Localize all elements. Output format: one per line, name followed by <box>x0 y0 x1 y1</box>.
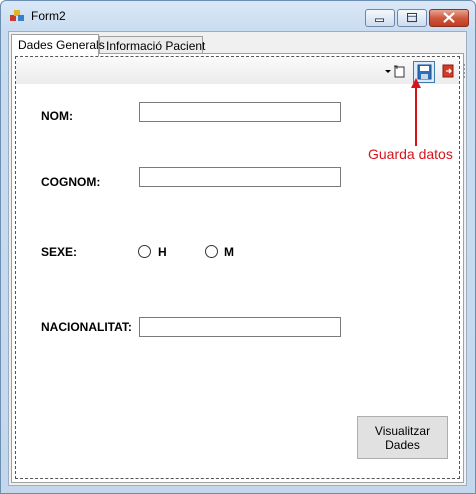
visualitzar-dades-button[interactable]: Visualitzar Dades <box>357 416 448 459</box>
cognom-label: COGNOM: <box>41 175 101 189</box>
title-bar[interactable]: Form2 <box>1 1 475 31</box>
window-title: Form2 <box>31 9 66 23</box>
toolbar <box>16 57 465 84</box>
annotation-text: Guarda datos <box>368 146 453 162</box>
close-button[interactable] <box>429 9 469 27</box>
close-icon <box>443 12 455 23</box>
tab-dades-generals[interactable]: Dades Generals <box>11 34 105 56</box>
new-dropdown-button[interactable] <box>383 64 407 80</box>
app-icon <box>10 10 24 21</box>
nom-input[interactable] <box>139 102 341 122</box>
sexe-h-radio[interactable] <box>138 245 151 258</box>
cognom-input[interactable] <box>139 167 341 187</box>
toolbar-grip-icon[interactable] <box>462 63 465 79</box>
nacionalitat-label: NACIONALITAT: <box>41 320 132 334</box>
sexe-h-label: H <box>158 245 167 259</box>
minimize-icon <box>375 18 385 22</box>
nacionalitat-input[interactable] <box>139 317 341 337</box>
sexe-m-radio[interactable] <box>205 245 218 258</box>
nom-label: NOM: <box>41 109 73 123</box>
sexe-m-label: M <box>224 245 234 259</box>
maximize-button[interactable] <box>397 9 427 27</box>
sexe-label: SEXE: <box>41 245 78 259</box>
annotation-arrow-icon <box>411 78 421 146</box>
maximize-icon <box>407 13 417 23</box>
minimize-button[interactable] <box>365 9 395 27</box>
exit-icon[interactable] <box>442 64 454 78</box>
